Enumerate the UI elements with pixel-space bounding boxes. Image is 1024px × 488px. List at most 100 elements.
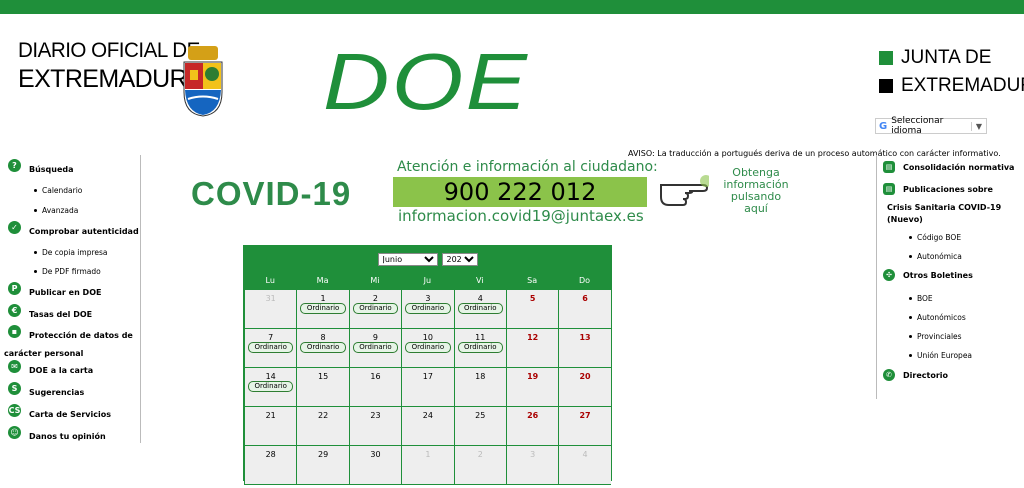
calendar-day[interactable]: 24 (402, 407, 454, 445)
month-select[interactable]: Junio (377, 252, 438, 266)
calendar-day[interactable]: 23 (349, 407, 402, 445)
calendar-day[interactable]: 29 (297, 446, 349, 484)
ordinario-badge[interactable]: Ordinario (405, 342, 451, 353)
calendar-day[interactable]: 1 Ordinario (297, 290, 349, 328)
calendar-day[interactable]: 6 (559, 290, 611, 328)
calendar-day[interactable]: 11 Ordinario (454, 329, 506, 367)
nav-tasas[interactable]: € Tasas del DOE (8, 304, 92, 323)
calendar-day[interactable]: 10 Ordinario (402, 329, 454, 367)
weekday-label: Vi (475, 276, 484, 285)
calendar-day[interactable]: 30 (349, 446, 402, 484)
nav-label: De copia impresa (42, 248, 108, 257)
calendar-day[interactable]: 26 (506, 407, 559, 445)
nav-avanzada[interactable]: Avanzada (34, 206, 78, 215)
nav-label: Sugerencias (29, 388, 85, 397)
calendar-day[interactable]: 5 (506, 290, 559, 328)
bullet-icon (909, 297, 912, 300)
nav-opinion[interactable]: ☺ Danos tu opinión (8, 426, 106, 445)
nav-consolidacion[interactable]: ▤ Consolidación normativa (883, 161, 1014, 173)
nav-busqueda[interactable]: ? Búsqueda (8, 159, 74, 178)
day-number: 8 (320, 333, 326, 342)
nav-label: Publicar en DOE (29, 288, 102, 297)
nav-publicaciones[interactable]: ▤ Publicaciones sobre (883, 183, 993, 195)
calendar-day[interactable]: 3 Ordinario (402, 290, 454, 328)
calendar-day[interactable]: 9 Ordinario (349, 329, 402, 367)
day-number: 21 (265, 411, 276, 420)
nav-directorio[interactable]: ✆ Directorio (883, 369, 948, 381)
calendar-day[interactable]: 20 (559, 368, 611, 406)
euro-icon: € (8, 304, 21, 317)
day-number: 23 (370, 411, 381, 420)
nav-calendario[interactable]: Calendario (34, 186, 82, 195)
atencion-text: Atención e información al ciudadano: (397, 159, 658, 175)
calendar-day[interactable]: 18 (454, 368, 506, 406)
book-icon: ▤ (883, 183, 895, 195)
calendar-day[interactable]: 2 Ordinario (349, 290, 402, 328)
calendar-day[interactable]: 14 Ordinario (245, 368, 297, 406)
calendar-day[interactable]: 22 (297, 407, 349, 445)
day-number: 4 (582, 450, 588, 459)
nav-autonomicos[interactable]: Autonómicos (909, 313, 966, 322)
calendar-day[interactable]: 7 Ordinario (245, 329, 297, 367)
calendar-day[interactable]: 27 (559, 407, 611, 445)
day-number: 15 (317, 372, 329, 381)
nav-pdf-firmado[interactable]: De PDF firmado (34, 267, 101, 276)
calendar-day[interactable]: 16 (349, 368, 402, 406)
ordinario-badge[interactable]: Ordinario (352, 303, 399, 314)
ordinario-badge[interactable]: Ordinario (457, 342, 503, 353)
nav-label: Calendario (42, 186, 83, 195)
day-number: 22 (317, 411, 329, 420)
nav-proteccion[interactable]: ▪ Protección de datos de (8, 325, 133, 344)
covid-banner[interactable]: COVID-19 Atención e información al ciuda… (191, 159, 791, 229)
ordinario-badge[interactable]: Ordinario (300, 342, 346, 353)
nav-otros-boletines[interactable]: ✣ Otros Boletines (883, 269, 973, 281)
day-number: 11 (475, 333, 486, 342)
network-icon: ✣ (883, 269, 895, 281)
nav-label: DOE a la carta (29, 366, 94, 375)
ordinario-badge[interactable]: Ordinario (248, 381, 294, 392)
nav-union-europea[interactable]: Unión Europea (909, 351, 972, 360)
calendar-day[interactable]: 17 (402, 368, 454, 406)
nav-label: Tasas del DOE (29, 310, 93, 319)
ordinario-badge[interactable]: Ordinario (457, 303, 503, 314)
ordinario-badge[interactable]: Ordinario (300, 303, 346, 314)
calendar-day[interactable]: 25 (454, 407, 506, 445)
calendar-day[interactable]: 19 (506, 368, 559, 406)
nav-comprobar[interactable]: ✓ Comprobar autenticidad (8, 221, 139, 240)
crisis-label[interactable]: Crisis Sanitaria COVID-19 (Nuevo) (887, 202, 1001, 226)
ordinario-badge[interactable]: Ordinario (248, 342, 294, 353)
nav-autonomica[interactable]: Autonómica (909, 252, 962, 261)
calendar-day[interactable]: 28 (245, 446, 297, 484)
nav-sugerencias[interactable]: S Sugerencias (8, 382, 84, 401)
calendar-day[interactable]: 12 (506, 329, 559, 367)
nav-label: De PDF firmado (42, 267, 101, 276)
calendar-day[interactable]: 8 Ordinario (297, 329, 349, 367)
language-select[interactable]: G Seleccionar idioma ▼ (875, 116, 987, 136)
bullet-icon (909, 255, 912, 258)
year-select[interactable]: 2021 (441, 252, 478, 266)
nav-codigo-boe[interactable]: Código BOE (909, 233, 961, 242)
nav-label: Provinciales (917, 332, 962, 341)
weekday-label: Ju (423, 276, 432, 285)
calendar-day[interactable]: 15 (297, 368, 349, 406)
day-number: 16 (370, 372, 381, 381)
nav-carta-servicios[interactable]: CS Carta de Servicios (8, 404, 111, 423)
calendar-day: 3 (506, 446, 559, 484)
calendar-day[interactable]: 4 Ordinario (454, 290, 506, 328)
ordinario-badge[interactable]: Ordinario (405, 303, 451, 314)
calendar-day[interactable]: 21 (245, 407, 297, 445)
nav-label: Consolidación normativa (903, 162, 1015, 172)
nav-publicar[interactable]: P Publicar en DOE (8, 282, 101, 301)
nav-copia-impresa[interactable]: De copia impresa (34, 248, 108, 257)
nav-boe[interactable]: BOE (909, 294, 933, 303)
doe-brand[interactable]: DOE (323, 42, 529, 122)
nav-label: Danos tu opinión (29, 432, 106, 441)
junta-logo[interactable]: JUNTA DE EXTREMADURA (879, 44, 1024, 100)
weekday-header: Lu Ma Mi Ju Vi Sa Do (244, 272, 611, 290)
calendar-day[interactable]: 13 (559, 329, 611, 367)
nav-provinciales[interactable]: Provinciales (909, 332, 962, 341)
nav-label: Protección de datos de (29, 331, 133, 340)
ordinario-badge[interactable]: Ordinario (352, 342, 399, 353)
doe-logo-text[interactable]: DIARIO OFICIAL DE EXTREMADURA (18, 39, 204, 94)
nav-doe-carta[interactable]: ✉ DOE a la carta (8, 360, 93, 379)
